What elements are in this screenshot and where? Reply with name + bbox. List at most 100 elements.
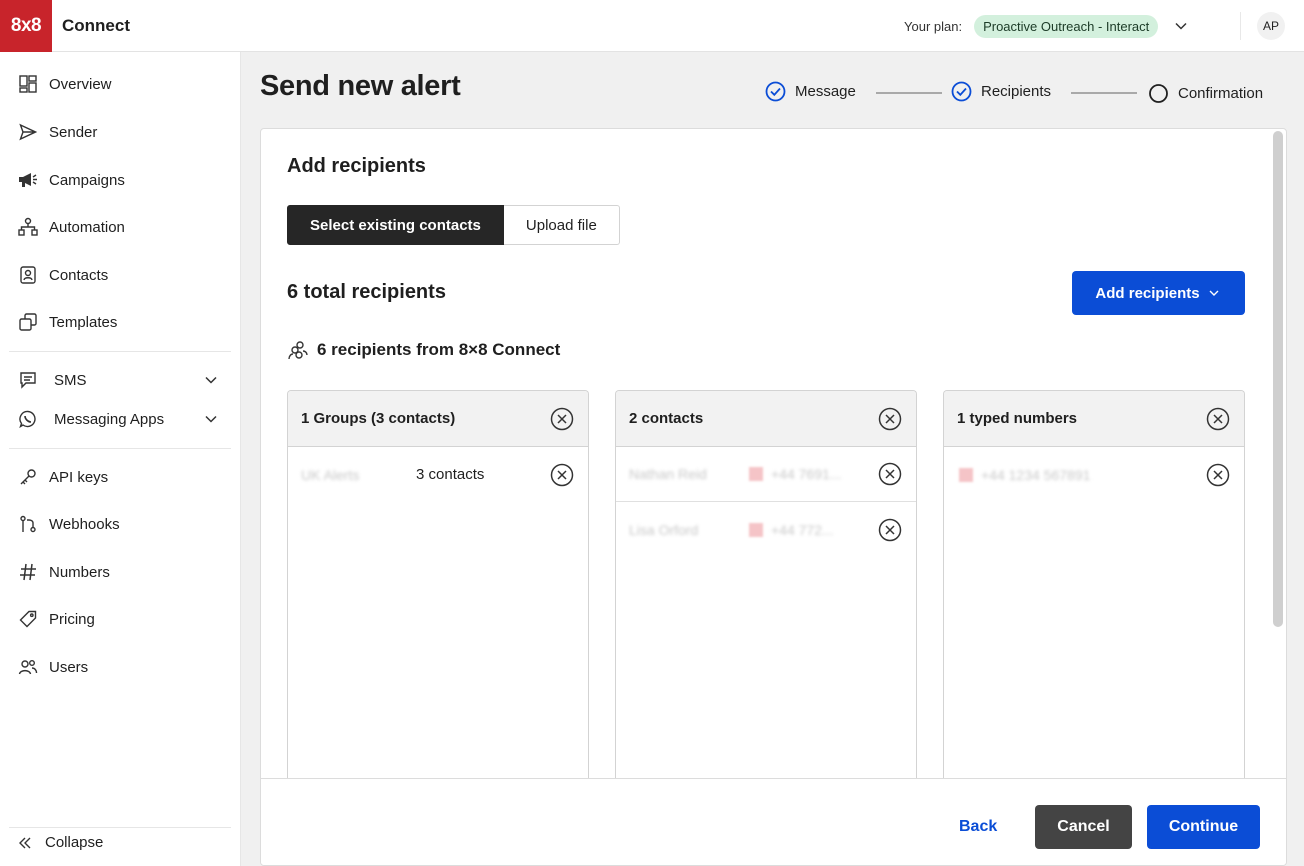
contact-name: Lisa Orford xyxy=(629,521,699,538)
sidebar-item-numbers[interactable]: Numbers xyxy=(18,557,228,587)
sidebar-item-users[interactable]: Users xyxy=(18,652,228,682)
megaphone-icon xyxy=(18,170,38,190)
remove-all-groups-button[interactable] xyxy=(550,407,574,431)
brand-name: Connect xyxy=(62,15,130,35)
tab-upload-file[interactable]: Upload file xyxy=(503,205,620,245)
top-bar: 8x8 Connect Your plan: Proactive Outreac… xyxy=(0,0,1304,52)
empty-circle-icon xyxy=(1148,83,1169,104)
sidebar-item-templates[interactable]: Templates xyxy=(18,307,228,337)
contact-number: +44 7691... xyxy=(771,466,842,482)
recipients-card: Add recipients Select existing contacts … xyxy=(260,128,1287,866)
templates-icon xyxy=(18,312,38,332)
groups-column: 1 Groups (3 contacts) UK Alerts 3 contac… xyxy=(287,390,589,790)
brand-logo[interactable]: 8x8 xyxy=(0,0,52,52)
contacts-column: 2 contacts Nathan Reid +44 7691... Lisa … xyxy=(615,390,917,790)
sidebar-item-messaging-apps[interactable]: Messaging Apps xyxy=(18,404,228,434)
cancel-button[interactable]: Cancel xyxy=(1035,805,1132,849)
chevron-down-icon[interactable] xyxy=(202,371,220,389)
check-circle-icon xyxy=(765,81,786,102)
sidebar-item-label: Pricing xyxy=(49,610,95,628)
avatar[interactable]: AP xyxy=(1257,12,1285,40)
step-label: Confirmation xyxy=(1178,84,1264,102)
nav-divider xyxy=(9,351,231,352)
group-count: 3 contacts xyxy=(416,466,485,483)
sidebar-item-label: Sender xyxy=(49,123,98,141)
back-button[interactable]: Back xyxy=(945,805,1011,849)
remove-all-contacts-button[interactable] xyxy=(878,407,902,431)
sidebar-item-campaigns[interactable]: Campaigns xyxy=(18,165,228,195)
typed-number: +44 1234 567891 xyxy=(981,466,1091,483)
flag-icon xyxy=(959,467,973,482)
continue-button[interactable]: Continue xyxy=(1147,805,1260,849)
sidebar: Overview Sender Campaigns Automation Con… xyxy=(0,52,241,866)
hash-icon xyxy=(18,562,38,582)
total-recipients: 6 total recipients xyxy=(287,281,446,303)
send-icon xyxy=(18,122,38,142)
plan-selector[interactable]: Your plan: Proactive Outreach - Interact xyxy=(904,0,1190,52)
webhook-icon xyxy=(18,514,38,534)
sidebar-item-label: Messaging Apps xyxy=(54,410,165,428)
list-item: +44 1234 567891 xyxy=(944,447,1244,502)
group-name: UK Alerts xyxy=(301,466,360,483)
double-chevron-left-icon xyxy=(18,836,32,850)
sidebar-item-label: Numbers xyxy=(49,563,110,581)
column-header: 2 contacts xyxy=(616,391,916,447)
column-title: 1 Groups (3 contacts) xyxy=(301,410,456,427)
column-title: 1 typed numbers xyxy=(957,410,1078,427)
sidebar-item-api-keys[interactable]: API keys xyxy=(18,462,228,492)
column-header: 1 typed numbers xyxy=(944,391,1244,447)
sidebar-item-label: Users xyxy=(49,658,89,676)
page-title: Send new alert xyxy=(260,70,461,102)
sidebar-item-sms[interactable]: SMS xyxy=(18,365,228,395)
chevron-down-icon[interactable] xyxy=(202,410,220,428)
contact-number: +44 772... xyxy=(771,521,834,538)
collapse-button[interactable]: Collapse xyxy=(18,834,103,851)
add-recipients-label: Add recipients xyxy=(1095,284,1200,302)
flag-icon xyxy=(749,522,763,537)
contacts-icon xyxy=(18,265,38,285)
sidebar-item-label: API keys xyxy=(49,468,109,486)
card-title: Add recipients xyxy=(287,155,426,177)
sidebar-item-overview[interactable]: Overview xyxy=(18,69,228,99)
card-footer: Back Cancel Continue xyxy=(261,778,1286,865)
step-confirmation: Confirmation xyxy=(1148,80,1263,106)
flow-icon xyxy=(18,217,38,237)
header-divider xyxy=(1240,12,1241,40)
sidebar-item-automation[interactable]: Automation xyxy=(18,212,228,242)
key-icon xyxy=(18,467,38,487)
scrollbar-thumb[interactable] xyxy=(1273,131,1283,627)
plan-badge: Proactive Outreach - Interact xyxy=(974,14,1159,38)
overview-icon xyxy=(18,74,38,94)
remove-group-button[interactable] xyxy=(550,463,574,487)
remove-number-button[interactable] xyxy=(1206,463,1230,487)
list-item: Lisa Orford +44 772... xyxy=(616,502,916,557)
source-tabs: Select existing contacts Upload file xyxy=(287,205,620,245)
tab-select-existing-contacts[interactable]: Select existing contacts xyxy=(287,205,504,245)
list-item: Nathan Reid +44 7691... xyxy=(616,447,916,502)
sidebar-item-pricing[interactable]: Pricing xyxy=(18,604,228,634)
check-circle-icon xyxy=(951,81,972,102)
sidebar-item-webhooks[interactable]: Webhooks xyxy=(18,509,228,539)
list-item: UK Alerts 3 contacts xyxy=(288,447,588,502)
column-title: 2 contacts xyxy=(629,410,704,427)
step-connector xyxy=(1071,92,1137,94)
sidebar-item-label: Contacts xyxy=(49,266,109,284)
remove-contact-button[interactable] xyxy=(878,518,902,542)
contacts-group-icon xyxy=(287,339,309,361)
recipients-source: 6 recipients from 8×8 Connect xyxy=(287,339,560,361)
chevron-down-icon[interactable] xyxy=(1172,17,1190,35)
sidebar-item-label: Overview xyxy=(49,75,112,93)
column-header: 1 Groups (3 contacts) xyxy=(288,391,588,447)
chevron-down-icon xyxy=(1208,286,1222,300)
sidebar-item-contacts[interactable]: Contacts xyxy=(18,260,228,290)
sidebar-item-label: Automation xyxy=(49,218,125,236)
sidebar-item-sender[interactable]: Sender xyxy=(18,117,228,147)
remove-all-numbers-button[interactable] xyxy=(1206,407,1230,431)
add-recipients-button[interactable]: Add recipients xyxy=(1072,271,1245,315)
collapse-label: Collapse xyxy=(45,834,104,851)
step-label: Recipients xyxy=(981,82,1052,100)
whatsapp-icon xyxy=(18,409,38,429)
sidebar-item-label: SMS xyxy=(54,371,87,389)
collapse-divider xyxy=(9,827,231,828)
remove-contact-button[interactable] xyxy=(878,462,902,486)
